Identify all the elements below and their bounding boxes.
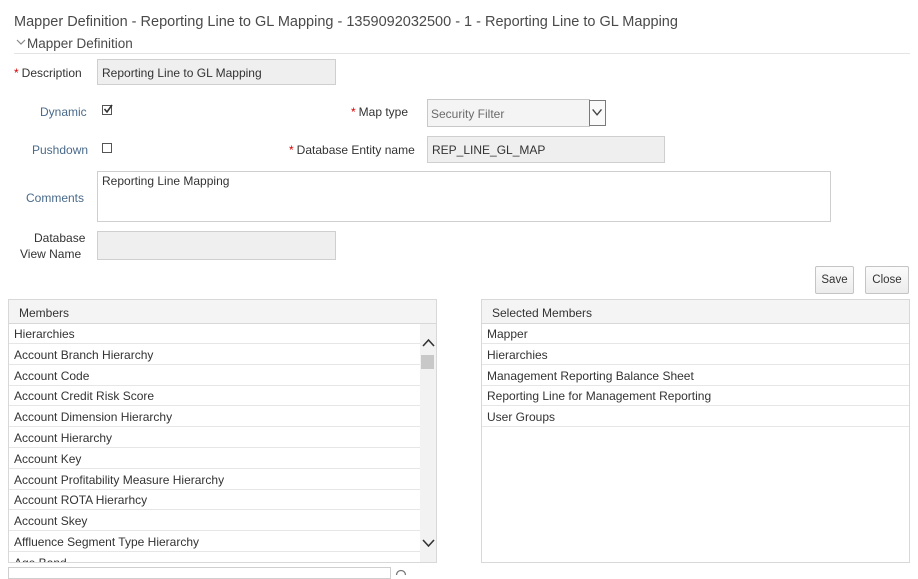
list-item[interactable]: Account Credit Risk Score [9, 386, 420, 407]
list-item-label: Account Branch Hierarchy [14, 347, 154, 362]
list-item-label: Account ROTA Hierarhcy [14, 493, 148, 508]
comments-label: Comments [26, 191, 85, 205]
list-item-label: Age Band [14, 555, 67, 563]
selected-members-header: Selected Members [482, 300, 909, 324]
save-button[interactable]: Save [815, 266, 854, 294]
list-item-label: Hierarchies [487, 347, 548, 362]
list-item[interactable]: Hierarchies [482, 345, 909, 365]
chevron-down-icon [592, 109, 603, 116]
pushdown-checkbox[interactable] [102, 143, 112, 153]
list-item-label: Account Code [14, 368, 90, 383]
section-label: Mapper Definition [27, 36, 133, 51]
list-item-label: Management Reporting Balance Sheet [487, 368, 694, 383]
list-item-label: Account Credit Risk Score [14, 389, 155, 404]
comments-textarea[interactable]: Reporting Line Mapping [97, 171, 831, 222]
list-item[interactable]: Management Reporting Balance Sheet [482, 366, 909, 386]
members-scroll-thumb[interactable] [421, 355, 434, 369]
list-item[interactable]: Reporting Line for Management Reporting [482, 386, 909, 407]
list-item-label: Account Skey [14, 514, 88, 529]
list-item[interactable]: Account Branch Hierarchy [9, 345, 420, 365]
map-type-select[interactable]: Security Filter [427, 99, 590, 127]
list-item[interactable]: Age Band [9, 553, 420, 563]
list-item[interactable]: Account Key [9, 449, 420, 469]
list-item[interactable]: Account Skey [9, 511, 420, 532]
list-item-label: User Groups [487, 410, 556, 425]
selected-members-panel: Selected Members Mapper Hierarchies Manage… [481, 299, 910, 563]
members-header: Members [9, 300, 436, 324]
list-item-label: Affluence Segment Type Hierarchy [14, 535, 199, 549]
list-item-label: Account Key [14, 451, 82, 466]
list-item-label: Account Hierarchy [14, 431, 113, 445]
selected-members-header-label: Selected Members [492, 306, 593, 320]
map-type-label-text: Map type [358, 105, 409, 119]
list-item-label: Account Dimension Hierarchy [14, 410, 173, 425]
db-entity-label-text: Database Entity name [296, 143, 415, 157]
required-mark: * [289, 143, 294, 157]
db-view-field[interactable] [97, 231, 336, 260]
dynamic-checkbox[interactable] [102, 104, 113, 115]
description-label: * Description [14, 66, 82, 80]
close-button[interactable]: Close [865, 266, 909, 294]
list-item[interactable]: Hierarchies [9, 324, 420, 344]
list-item[interactable]: Account ROTA Hierarhcy [9, 490, 420, 511]
list-item[interactable]: User Groups [482, 407, 909, 428]
members-search-input[interactable] [8, 567, 391, 579]
list-item[interactable]: Account Hierarchy [9, 428, 420, 448]
members-header-label: Members [19, 306, 70, 320]
db-view-label-line1: Database [34, 231, 86, 245]
map-type-label: * Map type [351, 105, 408, 119]
list-item[interactable]: Affluence Segment Type Hierarchy [9, 532, 420, 552]
checkmark-icon [103, 104, 113, 114]
description-label-text: Description [21, 66, 82, 80]
dynamic-label: Dynamic [40, 105, 87, 119]
pushdown-label: Pushdown [32, 143, 89, 157]
db-view-label-line2: View Name [20, 247, 82, 261]
map-type-dropdown-button[interactable] [589, 100, 606, 126]
list-item[interactable]: Account Dimension Hierarchy [9, 407, 420, 428]
members-panel: Members Hierarchies Account Branch Hierar… [8, 299, 437, 563]
list-item[interactable]: Mapper [482, 324, 909, 344]
search-icon[interactable] [395, 569, 407, 575]
description-field[interactable]: Reporting Line to GL Mapping [97, 59, 336, 85]
db-entity-label: * Database Entity name [289, 143, 415, 157]
chevron-down-icon[interactable] [420, 536, 437, 550]
list-item[interactable]: Account Code [9, 366, 420, 386]
required-mark: * [351, 105, 356, 119]
required-mark: * [14, 66, 19, 80]
list-item-label: Account Profitability Measure Hierarchy [14, 472, 225, 487]
chevron-down-icon[interactable] [16, 36, 26, 48]
db-entity-field[interactable]: REP_LINE_GL_MAP [427, 136, 665, 163]
members-scrollbar[interactable] [420, 324, 437, 562]
section-header[interactable]: Mapper Definition [14, 36, 910, 54]
list-item-label: Mapper [487, 327, 528, 341]
chevron-up-icon[interactable] [420, 336, 437, 350]
page-title: Mapper Definition - Reporting Line to GL… [14, 14, 678, 30]
list-item[interactable]: Account Profitability Measure Hierarchy [9, 470, 420, 490]
list-item-label: Reporting Line for Management Reporting [487, 389, 712, 404]
list-item-label: Hierarchies [14, 327, 75, 341]
